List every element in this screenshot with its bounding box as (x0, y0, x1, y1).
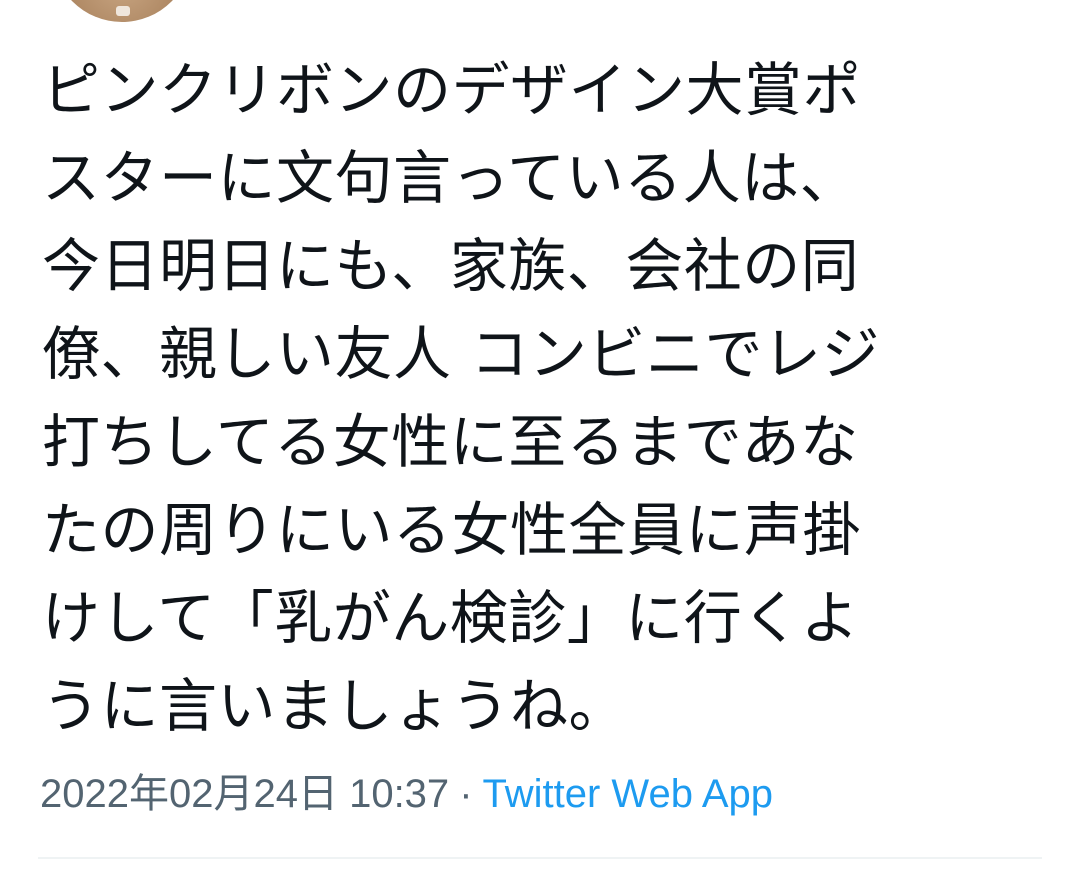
tweet-meta: 2022年02月24日 10:37 · Twitter Web App (40, 766, 773, 822)
tweet-text-line: ピンクリボンのデザイン大賞ポ (42, 56, 862, 124)
tweet-text-line: 僚、親しい友人 コンビニでレジ (42, 320, 880, 388)
tweet-timestamp[interactable]: 2022年02月24日 10:37 (40, 772, 449, 816)
tweet-text-line: たの周りにいる女性全員に声掛 (42, 496, 862, 564)
source-app-link[interactable]: Twitter Web App (483, 772, 774, 816)
meta-separator: · (459, 772, 473, 816)
avatar[interactable] (52, 0, 192, 22)
tweet-text-line: うに言いましょうね。 (42, 672, 628, 740)
tweet-text-line: 今日明日にも、家族、会社の同 (42, 232, 860, 300)
tweet-text-line: けして「乳がん検診」に行くよ (42, 584, 860, 652)
divider (38, 857, 1042, 859)
tweet-text-line: 打ちしてる女性に至るまであな (42, 408, 859, 476)
avatar-image-detail (116, 6, 130, 16)
tweet-text-line: スターに文句言っている人は、 (42, 144, 859, 212)
tweet-text: ピンクリボンのデザイン大賞ポ スターに文句言っている人は、 今日明日にも、家族、… (42, 46, 1032, 750)
